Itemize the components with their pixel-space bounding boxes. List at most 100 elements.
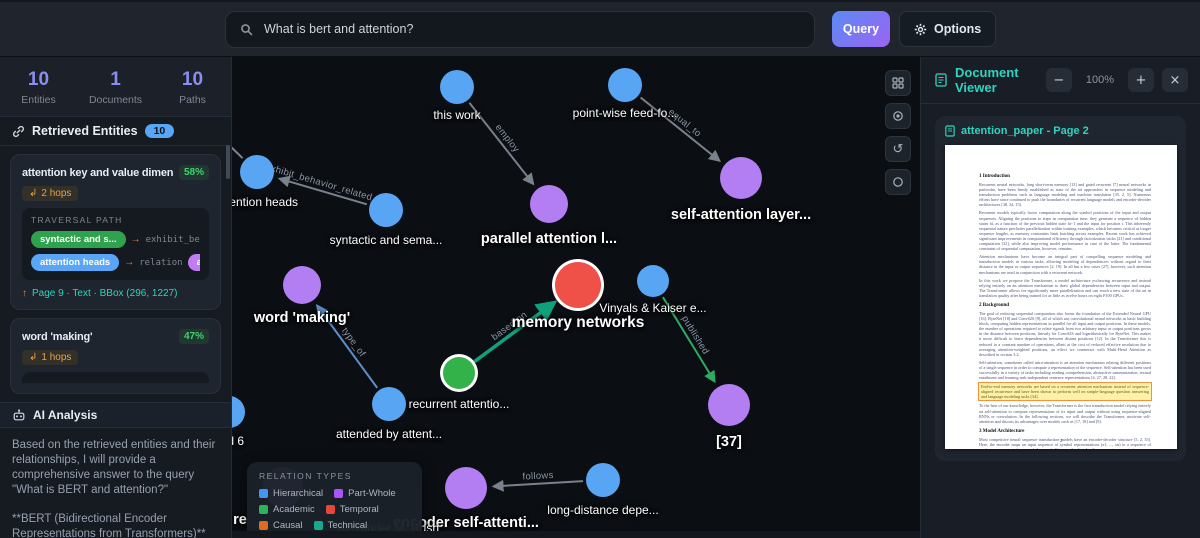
source-text: Page 9 · Text · BBox (296, 1227) (32, 288, 178, 299)
traversal-path-box (22, 372, 209, 383)
doc-section-heading: 2 Background (979, 302, 1010, 308)
ai-analysis-body: Based on the retrieved entities and thei… (0, 428, 231, 538)
legend-swatch (259, 489, 268, 498)
rotate-icon: ↺ (892, 141, 904, 156)
graph-node-label: parallel attention l... (480, 231, 618, 247)
graph-node-label: point-wise feed-fo... (572, 106, 678, 120)
graph-node[interactable] (708, 384, 750, 426)
stat-value: 1 (110, 69, 121, 90)
graph-node-label: recurrent attentio... (408, 397, 510, 411)
zoom-out-button[interactable]: − (1045, 68, 1072, 92)
entity-card[interactable]: word 'making' 47% ↲ 1 hops (10, 318, 221, 394)
search-input[interactable] (264, 22, 800, 36)
stats-row: 10 Entities 1 Documents 10 Paths (0, 57, 231, 117)
center-view-button[interactable] (885, 103, 911, 129)
document-viewer-title: Document Viewer (955, 65, 1019, 95)
graph-node-label: this work (433, 108, 481, 122)
graph-node[interactable] (445, 467, 487, 509)
retrieved-entities-header: Retrieved Entities 10 (0, 117, 231, 146)
stat-label: Paths (179, 94, 206, 106)
robot-icon (13, 408, 25, 420)
path-node-pill[interactable]: attention key a... (187, 254, 200, 271)
entity-card[interactable]: attention key and value dimensions 58% ↲… (10, 154, 221, 310)
graph-node[interactable] (637, 265, 669, 297)
graph-node[interactable] (530, 185, 568, 223)
retrieved-entities-title: Retrieved Entities (32, 124, 138, 138)
graph-node[interactable] (555, 262, 601, 308)
top-bar: Query Options (0, 0, 1200, 57)
graph-node-label: syntactic and sema... (329, 233, 443, 247)
traversal-path-box: TRAVERSAL PATH syntactic and s... → exhi… (22, 208, 209, 280)
source-link[interactable]: ↑ Page 9 · Text · BBox (296, 1227) (22, 288, 209, 299)
layout-grid-button[interactable] (885, 70, 911, 96)
graph-node[interactable] (443, 357, 475, 389)
graph-node[interactable] (720, 157, 762, 199)
reset-rotate-button[interactable]: ↺ (885, 136, 911, 162)
legend-swatch (313, 521, 323, 530)
document-icon (935, 73, 947, 87)
ai-analysis-header: AI Analysis (0, 402, 231, 428)
circle-layout-button[interactable] (885, 169, 911, 195)
graph-node-label: [37] (716, 434, 742, 450)
graph-toolbar: ↺ (885, 70, 911, 195)
zoom-level: 100% (1085, 74, 1114, 86)
stat-paths: 10 Paths (154, 69, 231, 106)
traversal-path-label: TRAVERSAL PATH (31, 215, 123, 225)
doc-paragraph: To the best of our knowledge, however, t… (979, 403, 1152, 424)
legend-swatch (259, 505, 268, 514)
entity-name: word 'making' (22, 330, 93, 343)
graph-node-label: re (233, 512, 247, 528)
stat-label: Entities (21, 94, 56, 106)
graph-canvas[interactable]: employ equal_to exhibit_behavior_related_t… (232, 57, 920, 538)
graph-node[interactable] (372, 387, 406, 421)
doc-paragraph: In this work we propose the Transformer,… (979, 277, 1151, 298)
target-icon (893, 111, 903, 121)
doc-highlighted-text: End-to-end memory networks are based on … (978, 382, 1152, 402)
grid-icon (892, 77, 904, 89)
score-badge: 58% (178, 165, 209, 180)
link-icon (13, 125, 24, 137)
graph-node[interactable] (608, 68, 642, 102)
graph-node[interactable] (232, 396, 245, 428)
legend-item: Part-Whole (334, 488, 396, 499)
graph-node[interactable] (586, 463, 620, 497)
graph-node-label: memory networks (511, 314, 645, 331)
doc-paragraph: Attention mechanisms have become an inte… (979, 254, 1151, 275)
doc-paragraph: Recurrent models typically factor comput… (979, 210, 1151, 252)
close-button[interactable]: × (1162, 68, 1188, 92)
score-badge: 47% (178, 329, 209, 344)
path-node-pill[interactable]: attention heads (31, 254, 120, 271)
graph-node-label: self-attention layer... (670, 207, 812, 223)
zoom-in-button[interactable]: + (1128, 68, 1154, 92)
graph-node-label: attended by attent... (335, 427, 443, 441)
document-page[interactable]: 1 Introduction Recurrent neural networks,… (945, 145, 1177, 449)
graph-node-label: and 6 (232, 434, 245, 448)
graph-node[interactable] (283, 266, 321, 304)
entity-name: attention key and value dimensions (22, 166, 173, 179)
relation-arrow: → (130, 234, 141, 245)
left-sidebar: 10 Entities 1 Documents 10 Paths Retriev… (0, 57, 232, 538)
stat-entities: 10 Entities (0, 69, 77, 106)
graph-node[interactable] (369, 193, 403, 227)
search-box[interactable] (225, 10, 815, 48)
entity-cards: attention key and value dimensions 58% ↲… (0, 146, 231, 394)
graph-node-label: word 'making' (253, 310, 351, 326)
legend-item: Technical (313, 520, 367, 531)
document-viewer-header: Document Viewer − 100% + × (921, 57, 1200, 104)
graph-node[interactable] (440, 70, 474, 104)
graph-node-label: long-distance depe... (547, 503, 659, 517)
query-button[interactable]: Query (832, 11, 890, 47)
sidebar-scrollbar[interactable] (226, 145, 230, 179)
graph-node[interactable] (240, 155, 274, 189)
ai-paragraph: **BERT (Bidirectional Encoder Representa… (12, 513, 206, 538)
hop-icon: ↲ (29, 188, 38, 199)
ai-analysis-title: AI Analysis (33, 408, 98, 422)
legend-items: Hierarchical Part-Whole Academic Temporal Ca… (259, 488, 410, 531)
legend-item: Hierarchical (259, 488, 323, 499)
legend-swatch (259, 521, 268, 530)
ai-paragraph: Based on the retrieved entities and thei… (12, 439, 216, 496)
stat-value: 10 (27, 69, 50, 90)
path-node-pill[interactable]: syntactic and s... (31, 231, 126, 248)
doc-paragraph: Self-attention, sometimes called intra-a… (979, 359, 1151, 381)
options-button[interactable]: Options (899, 11, 997, 47)
